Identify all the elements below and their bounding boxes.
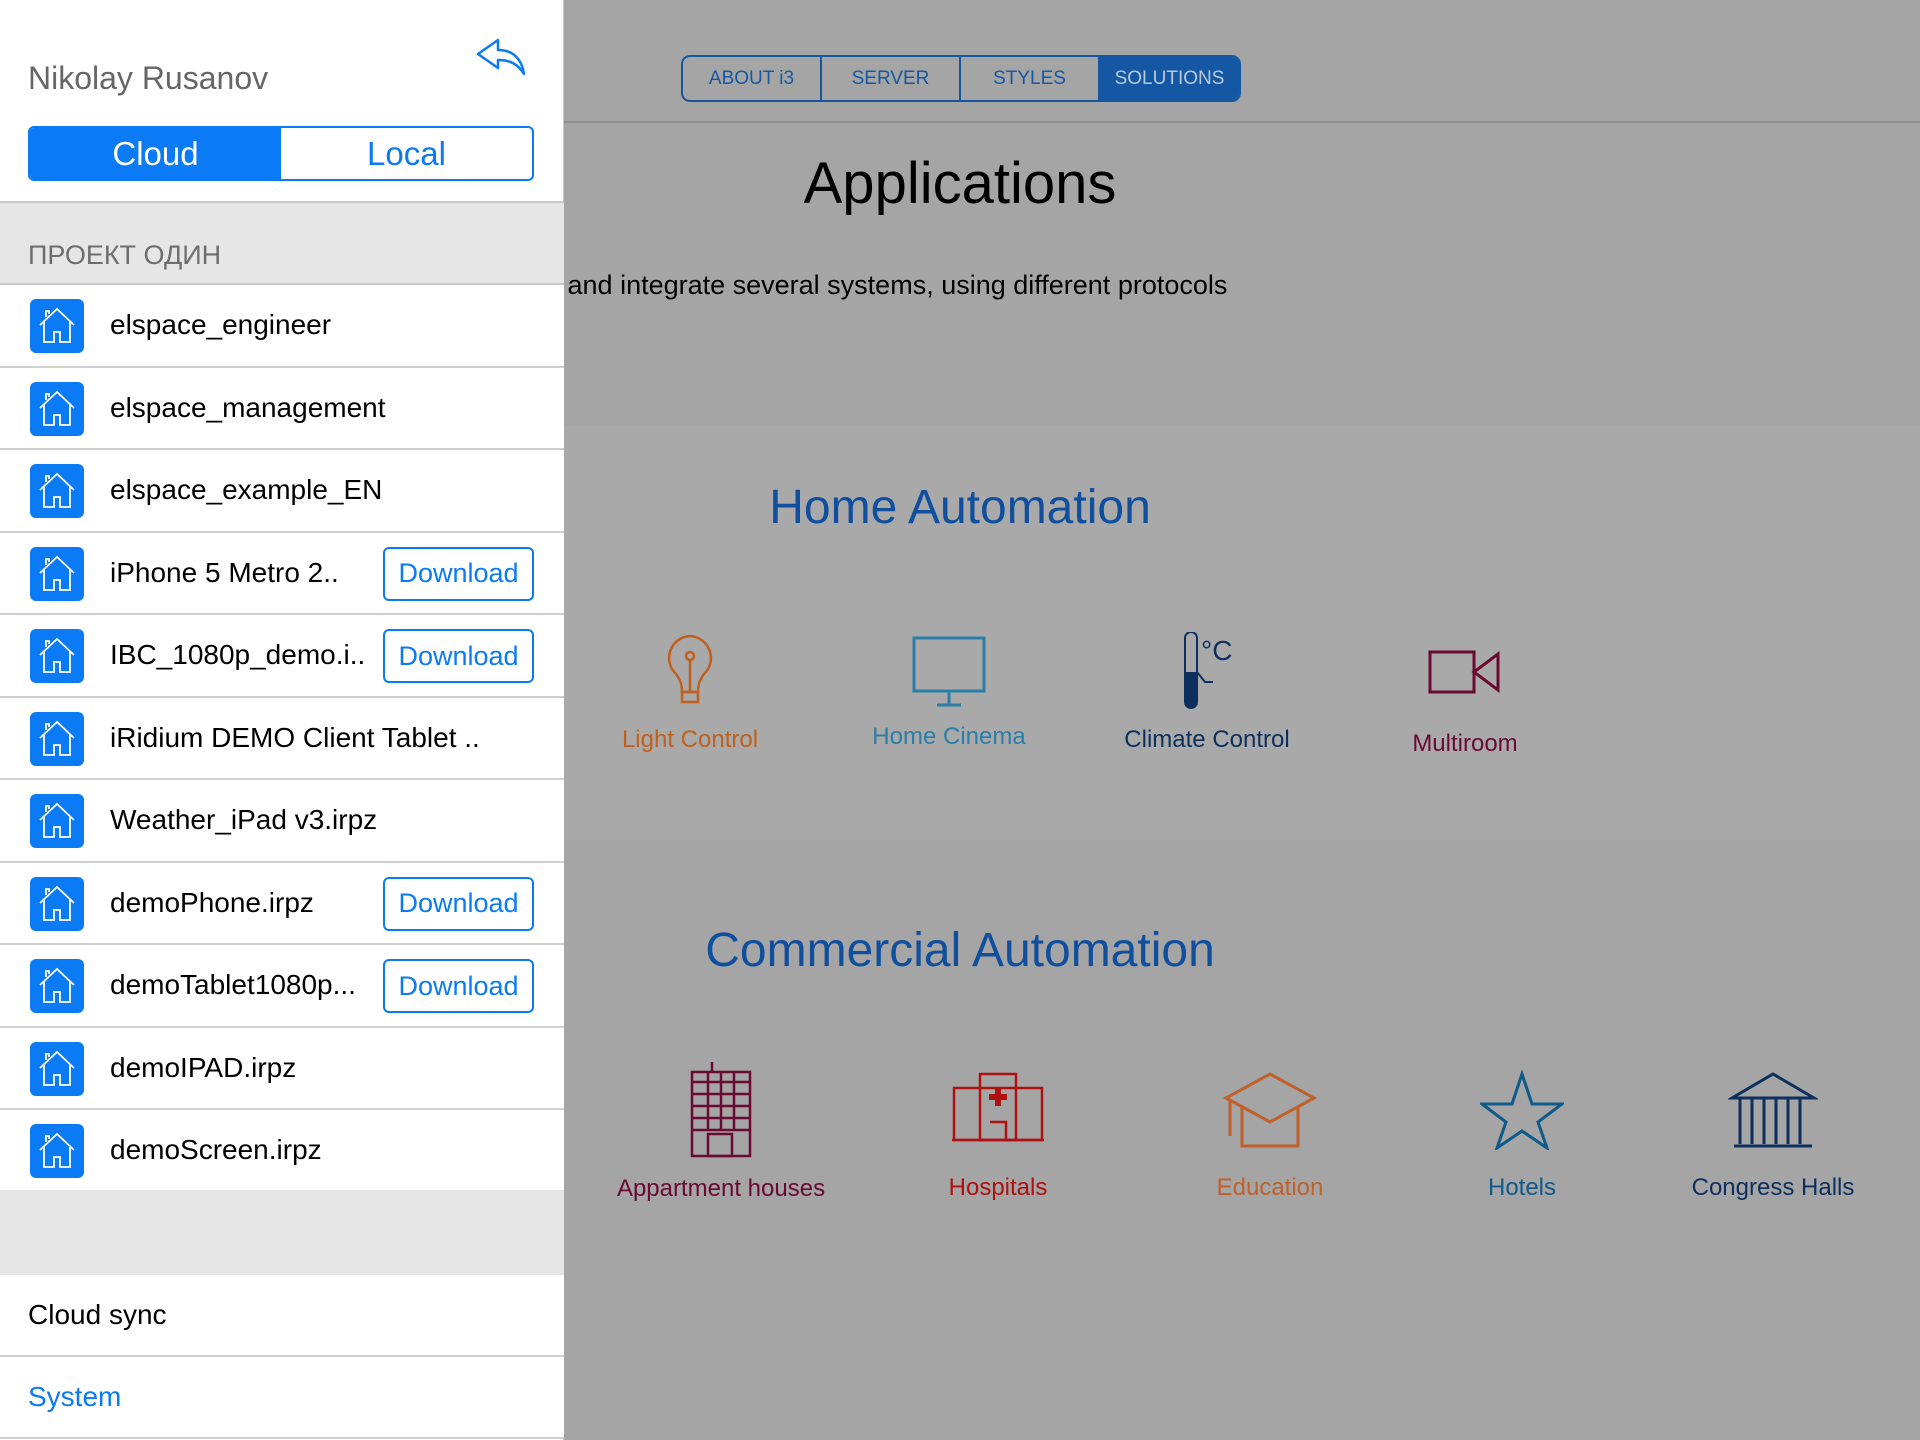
project-row[interactable]: demoPhone.irpz Download [0, 862, 564, 945]
user-name: Nikolay Rusanov [28, 60, 269, 96]
house-icon [30, 381, 84, 436]
apartment-building-icon [690, 1062, 752, 1158]
cloud-sync-item[interactable]: Cloud sync [0, 1275, 564, 1357]
graduation-cap-icon [1222, 1072, 1318, 1148]
project-name: iRidium DEMO Client Tablet .. [110, 721, 480, 753]
project-name: iPhone 5 Metro 2.. [110, 556, 339, 588]
project-row[interactable]: elspace_engineer [0, 285, 564, 368]
education-item[interactable]: Education [1150, 1070, 1390, 1202]
project-row[interactable]: elspace_example_EN [0, 450, 564, 533]
project-name: demoScreen.irpz [110, 1134, 322, 1165]
download-button[interactable]: Download [383, 546, 534, 601]
star-icon [1480, 1070, 1564, 1150]
item-label: Climate Control [1124, 726, 1290, 753]
project-row[interactable]: iRidium DEMO Client Tablet .. [0, 697, 564, 780]
project-name: demoTablet1080p... [110, 969, 356, 1000]
project-row[interactable]: Weather_iPad v3.irpz [0, 780, 564, 863]
house-icon [30, 794, 84, 848]
item-label: Home Cinema [872, 723, 1026, 750]
appartment-houses-item[interactable]: Appartment houses [601, 1060, 841, 1202]
congress-halls-item[interactable]: Congress Halls [1653, 1070, 1893, 1202]
tab-about[interactable]: ABOUT i3 [683, 57, 822, 100]
section-title: ПРОЕКТ ОДИН [28, 240, 222, 270]
hotels-item[interactable]: Hotels [1402, 1070, 1642, 1202]
monitor-icon [912, 636, 986, 707]
thermometer-icon: °C [1184, 632, 1232, 709]
project-name: Weather_iPad v3.irpz [110, 804, 378, 835]
project-name: demoPhone.irpz [110, 886, 314, 918]
project-row[interactable]: IBC_1080p_demo.i.. Download [0, 615, 564, 698]
hospital-icon [952, 1072, 1044, 1142]
house-icon [30, 299, 84, 353]
tab-server[interactable]: SERVER [822, 57, 961, 100]
item-label: Multiroom [1412, 730, 1518, 757]
house-icon [30, 546, 84, 601]
item-label: Light Control [621, 726, 759, 753]
sidebar: Nikolay Rusanov Cloud Local ПРОЕКТ ОДИН … [0, 0, 564, 1440]
segment-local[interactable]: Local [281, 128, 532, 179]
download-button[interactable]: Download [383, 876, 534, 931]
project-name: elspace_engineer [110, 309, 332, 340]
project-name: elspace_example_EN [110, 474, 383, 505]
download-button[interactable]: Download [383, 629, 534, 683]
item-label: Congress Halls [1691, 1174, 1855, 1201]
download-button[interactable]: Download [383, 959, 534, 1013]
tab-styles[interactable]: STYLES [961, 57, 1100, 100]
item-label: Hotels [1487, 1174, 1557, 1201]
project-row[interactable]: demoIPAD.irpz [0, 1027, 564, 1110]
project-row[interactable]: iPhone 5 Metro 2.. Download [0, 532, 564, 615]
storage-segmented-control: Cloud Local [28, 126, 534, 181]
light-bulb-icon [667, 634, 713, 704]
page-subtitle: g and integrate several systems, using d… [545, 270, 1228, 300]
project-name: demoIPAD.irpz [110, 1051, 297, 1083]
item-label: Hospitals [948, 1174, 1048, 1201]
columns-building-icon [1728, 1072, 1818, 1148]
house-icon [30, 464, 84, 518]
house-icon [30, 1041, 84, 1096]
multiroom-item[interactable]: Multiroom [1345, 640, 1585, 758]
house-icon [30, 959, 84, 1013]
climate-control-item[interactable]: °C Climate Control [1087, 632, 1327, 754]
segment-cloud[interactable]: Cloud [30, 128, 281, 179]
house-icon [30, 876, 84, 931]
hospitals-item[interactable]: Hospitals [878, 1070, 1118, 1202]
item-label: Education [1216, 1174, 1324, 1201]
svg-text:°C: °C [1201, 635, 1232, 666]
system-item[interactable]: System [0, 1357, 564, 1439]
project-name: IBC_1080p_demo.i.. [110, 639, 366, 670]
project-name: elspace_management [110, 391, 386, 423]
house-icon [30, 1124, 84, 1178]
project-row[interactable]: demoScreen.irpz [0, 1110, 564, 1193]
back-arrow-icon[interactable] [474, 36, 528, 78]
house-icon [30, 629, 84, 683]
top-tabs: ABOUT i3 SERVER STYLES SOLUTIONS [681, 55, 1241, 102]
tab-solutions[interactable]: SOLUTIONS [1100, 57, 1239, 100]
home-cinema-item[interactable]: Home Cinema [829, 635, 1069, 751]
item-label: Appartment houses [616, 1175, 826, 1202]
project-row[interactable]: elspace_management [0, 367, 564, 450]
spacer [0, 1190, 564, 1277]
house-icon [30, 711, 84, 766]
project-row[interactable]: demoTablet1080p... Download [0, 945, 564, 1028]
video-camera-icon [1428, 650, 1500, 694]
light-control-item[interactable]: Light Control [570, 632, 810, 754]
section-header: ПРОЕКТ ОДИН [0, 201, 564, 285]
